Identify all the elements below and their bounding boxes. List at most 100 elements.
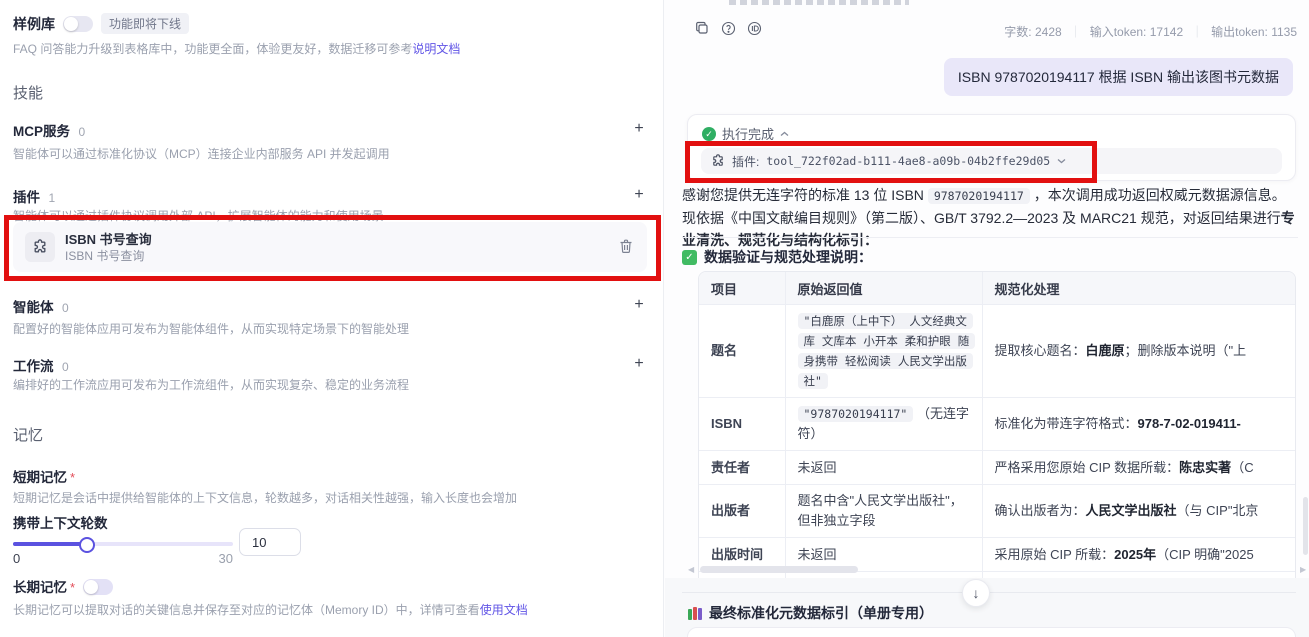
agents-desc: 配置好的智能体应用可发布为智能体组件，从而实现特定场景下的智能处理 xyxy=(13,322,410,336)
long-memory-toggle[interactable] xyxy=(83,578,114,595)
cell-normalized: 提取核心题名：白鹿原；删除版本说明（"上 xyxy=(981,304,1295,398)
hscroll-left-arrow[interactable]: ◀ xyxy=(688,565,694,574)
section-plugins: 插件 1 + xyxy=(13,186,648,207)
short-memory-desc: 短期记忆是会话中提供给智能体的上下文信息，轮数越多，对话相关性越强，输入长度也会… xyxy=(13,491,518,505)
add-workflow-button[interactable]: + xyxy=(630,355,648,373)
para-colon: ： xyxy=(864,232,878,248)
user-message-bubble: ISBN 9787020194117 根据 ISBN 输出该图书元数据 xyxy=(943,58,1293,96)
vscroll-thumb[interactable] xyxy=(1303,497,1308,555)
section-agents: 智能体 0 + xyxy=(13,296,648,317)
toggle-knob xyxy=(64,16,78,31)
sample-lib-desc-text: FAQ 问答能力升级到表格库中，功能更全面，体验更友好，数据迁移可参考 xyxy=(13,42,413,56)
app-screen: 样例库 功能即将下线 FAQ 问答能力升级到表格库中，功能更全面，体验更友好，数… xyxy=(0,0,1309,637)
mcp-count: 0 xyxy=(78,125,86,139)
sample-lib-row: 样例库 功能即将下线 xyxy=(13,13,190,34)
output-token-label: 输出token: xyxy=(1211,25,1268,39)
cell-raw-value: 未返回 xyxy=(784,450,982,485)
long-memory-title: 长期记忆 xyxy=(13,580,67,595)
cell-item: ISBN xyxy=(699,397,785,451)
hscroll-right-arrow[interactable]: ▶ xyxy=(1300,565,1306,574)
isbn-code-chip: 9787020194117 xyxy=(927,188,1030,204)
plugin-list-item[interactable]: ISBN 书号查询 ISBN 书号查询 xyxy=(13,222,647,272)
words-value: 2428 xyxy=(1034,25,1062,39)
usage-doc-link[interactable]: 使用文档 xyxy=(480,603,528,617)
slider-min-label: 0 xyxy=(13,551,21,566)
short-memory-title-row: 短期记忆 * xyxy=(13,466,75,487)
mcp-title: MCP服务 xyxy=(13,124,70,139)
table-row: 题名 "白鹿原（上中下） 人文经典文库 文库本 小开本 柔和护眼 随身携带 轻松阅… xyxy=(699,304,1295,398)
add-mcp-button[interactable]: + xyxy=(630,120,648,138)
section-workflows: 工作流 0 + xyxy=(13,355,648,376)
doc-link[interactable]: 说明文档 xyxy=(412,42,460,56)
add-plugin-button[interactable]: + xyxy=(630,186,648,204)
add-agent-button[interactable]: + xyxy=(630,296,648,314)
sample-lib-title: 样例库 xyxy=(13,15,55,32)
separator: ｜ xyxy=(1191,25,1204,39)
deprecation-badge: 功能即将下线 xyxy=(101,13,190,34)
delete-plugin-icon[interactable] xyxy=(619,239,633,254)
divider xyxy=(682,237,1298,238)
cell-raw-value: "白鹿原（上中下） 人文经典文库 文库本 小开本 柔和护眼 随身携带 轻松阅读 … xyxy=(784,304,982,398)
cell-raw-value: "9787020194117" （无连字符） xyxy=(784,397,982,451)
table-row: ISBN "9787020194117" （无连字符） 标准化为带连字符格式：978… xyxy=(699,397,1295,451)
context-rounds-slider[interactable] xyxy=(13,537,233,553)
copy-icon[interactable] xyxy=(694,20,710,36)
token-stats: 字数: 2428 ｜ 输入token: 17142 ｜ 输出token: 113… xyxy=(1004,23,1297,40)
long-memory-title-row: 长期记忆 * xyxy=(13,576,114,597)
final-metadata-heading: 最终标准化元数据标引（单册专用） xyxy=(688,603,933,623)
cell-item: 责任者 xyxy=(699,450,785,485)
workflows-count: 0 xyxy=(61,360,69,374)
words-label: 字数: xyxy=(1004,25,1032,39)
input-token-label: 输入token: xyxy=(1089,25,1147,39)
help-icon[interactable] xyxy=(720,20,736,36)
plugin-call-row[interactable]: 插件: tool_722f02ad-b111-4ae8-a09b-04b2ffe… xyxy=(701,148,1282,174)
execution-status-row[interactable]: ✓ 执行完成 xyxy=(688,115,1295,143)
slider-fill xyxy=(13,542,86,546)
raw-code-chip: "白鹿原（上中下） 人文经典文库 文库本 小开本 柔和护眼 随身携带 轻松阅读 … xyxy=(797,313,976,389)
plugins-count: 1 xyxy=(48,191,56,205)
mcp-desc: 智能体可以通过标准化协议（MCP）连接企业内部服务 API 并发起调用 xyxy=(13,147,390,161)
chevron-down-icon[interactable] xyxy=(1057,158,1066,164)
required-asterisk: * xyxy=(70,580,76,595)
clipped-previous-message xyxy=(729,0,909,5)
books-icon xyxy=(688,606,702,620)
short-memory-title: 短期记忆 xyxy=(13,470,67,485)
raw-code-chip: "9787020194117" xyxy=(797,406,914,422)
final-metadata-heading-text: 最终标准化元数据标引（单册专用） xyxy=(709,605,933,621)
cell-normalized: 标准化为带连字符格式：978-7-02-019411- xyxy=(981,397,1295,451)
agents-count: 0 xyxy=(61,301,69,315)
plugins-title: 插件 xyxy=(13,190,40,205)
final-metadata-card xyxy=(687,627,1296,637)
agents-title: 智能体 xyxy=(13,300,54,315)
output-token-value: 1135 xyxy=(1271,25,1297,39)
message-id-icon[interactable] xyxy=(746,20,762,36)
plugin-call-label: 插件: xyxy=(732,154,760,169)
assistant-paragraph: 感谢您提供无连字符的标准 13 位 ISBN 9787020194117 ，本次… xyxy=(682,184,1298,251)
long-memory-desc: 长期记忆可以提取对话的关键信息并保存至对应的记忆体（Memory ID）中，详情… xyxy=(13,601,528,618)
success-check-icon: ✓ xyxy=(702,126,716,141)
plugin-icon xyxy=(713,154,723,166)
slider-range-labels: 0 30 xyxy=(13,551,233,566)
plugin-call-id: tool_722f02ad-b111-4ae8-a09b-04b2ffe29d0… xyxy=(766,154,1051,168)
workflows-title: 工作流 xyxy=(13,359,54,374)
para-text: 感谢您提供无连字符的标准 13 位 ISBN xyxy=(682,187,928,203)
table-header-raw: 原始返回值 xyxy=(784,272,982,305)
table-header-row: 项目 原始返回值 规范化处理 xyxy=(699,272,1295,305)
hscroll-thumb[interactable] xyxy=(700,566,858,573)
config-panel: 样例库 功能即将下线 FAQ 问答能力升级到表格库中，功能更全面，体验更友好，数… xyxy=(0,0,662,637)
workflows-desc: 编排好的工作流应用可发布为工作流组件，从而实现复杂、稳定的业务流程 xyxy=(13,378,410,392)
execution-status-label: 执行完成 xyxy=(722,127,775,142)
scroll-to-bottom-button[interactable]: ↓ xyxy=(962,579,990,607)
sample-lib-desc: FAQ 问答能力升级到表格库中，功能更全面，体验更友好，数据迁移可参考说明文档 xyxy=(13,40,460,57)
table-header-item: 项目 xyxy=(699,272,785,305)
slider-max-label: 30 xyxy=(218,551,233,566)
sample-lib-toggle[interactable] xyxy=(63,15,93,32)
chevron-up-icon[interactable] xyxy=(780,131,789,137)
input-token-value: 17142 xyxy=(1149,25,1184,39)
table-row: 出版者 题名中含"人民文学出版社"，但非独立字段 确认出版者为：人民文学出版社（与 … xyxy=(699,484,1295,538)
validation-heading: ✓ 数据验证与规范处理说明： xyxy=(682,247,872,267)
cell-raw-value: 题名中含"人民文学出版社"，但非独立字段 xyxy=(784,484,982,538)
separator: ｜ xyxy=(1069,25,1082,39)
context-rounds-input[interactable] xyxy=(239,528,301,556)
plugin-item-subtitle: ISBN 书号查询 xyxy=(65,248,145,263)
